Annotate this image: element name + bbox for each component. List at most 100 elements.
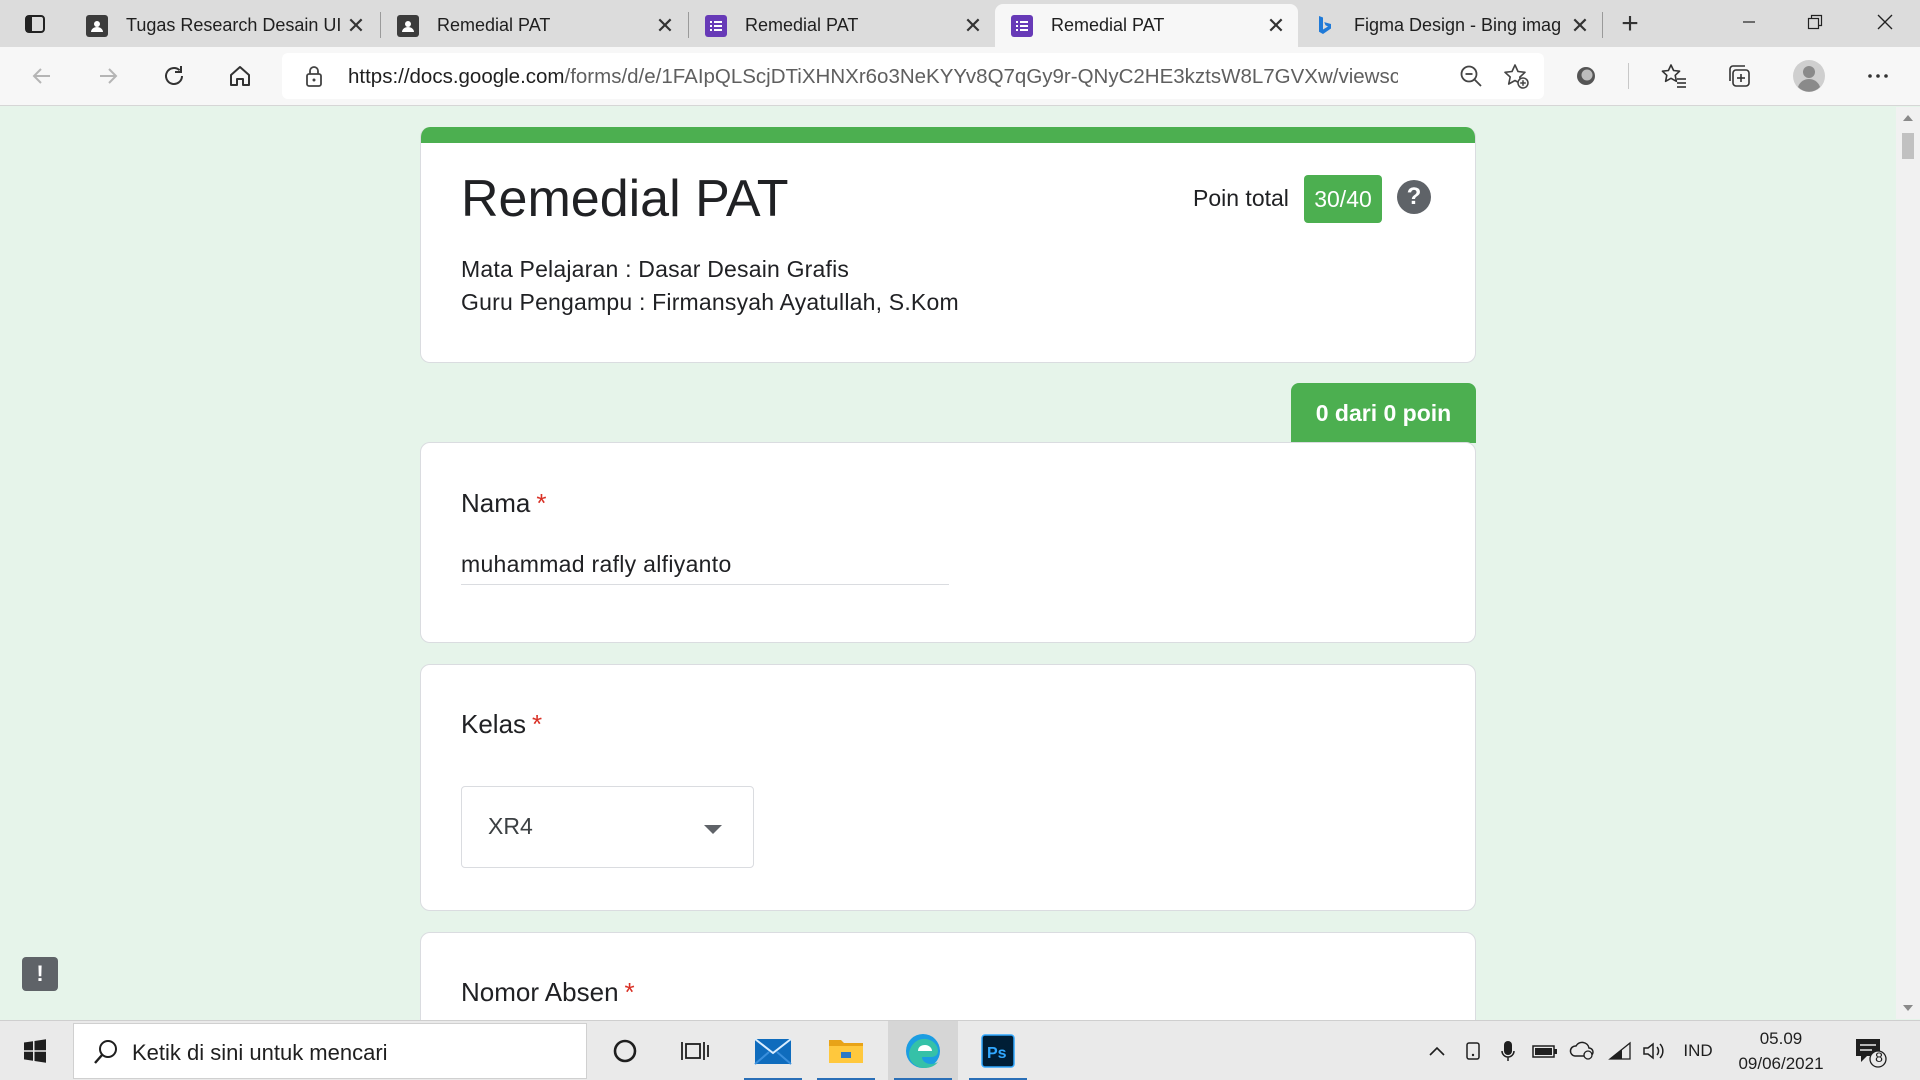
tray-onedrive-icon[interactable] [1568,1035,1596,1067]
total-points-label: Poin total [1193,185,1289,211]
restore-icon [1807,14,1823,30]
forward-button[interactable] [90,58,126,94]
help-icon[interactable]: ? [1397,180,1431,214]
question-title: Kelas * [461,709,543,739]
form-header-card: Remedial PAT Poin total 30/40 ? Mata Pel… [420,127,1476,363]
google-forms-icon [1011,14,1033,37]
minimize-button[interactable] [1716,0,1782,44]
action-center-button[interactable]: 8 [1853,1035,1887,1069]
clock-time: 05.09 [1759,1029,1803,1048]
new-tab-button[interactable]: + [1614,7,1646,40]
question-title: Nama * [461,488,547,518]
plus-icon: + [1621,7,1639,40]
person-page-icon [86,14,108,37]
tab-actions-menu-button[interactable] [14,9,56,39]
search-icon [94,1040,117,1064]
tray-battery-icon[interactable] [1530,1035,1560,1067]
taskbar-photoshop[interactable]: Ps [963,1021,1033,1080]
extension-button[interactable] [1568,58,1604,94]
tray-device-icon[interactable] [1460,1035,1486,1067]
zoom-out-icon[interactable] [1458,63,1484,89]
scroll-up-arrow-icon[interactable] [1903,115,1913,121]
class-dropdown[interactable]: XR4 [461,786,754,868]
tab-figma-bing[interactable]: Figma Design - Bing imag ✕ [1298,4,1602,47]
required-asterisk: * [536,488,547,518]
chevron-up-icon [1429,1046,1445,1056]
page-scrollbar[interactable] [1896,107,1920,1019]
report-feedback-icon[interactable]: ! [22,957,58,991]
taskbar-file-explorer[interactable] [811,1021,881,1080]
wifi-icon [1608,1041,1631,1060]
profile-button[interactable] [1791,58,1827,94]
scroll-thumb[interactable] [1902,133,1914,159]
arrow-right-icon [100,68,118,84]
taskbar-search-box[interactable]: Ketik di sini untuk mencari [73,1023,587,1079]
collections-button[interactable] [1721,58,1757,94]
cortana-button[interactable] [590,1021,660,1080]
person-page-icon [397,14,419,37]
dropdown-arrow-icon [704,825,722,834]
tab-remedial-pat-2[interactable]: Remedial PAT ✕ [689,4,995,47]
show-hidden-icons-button[interactable] [1424,1035,1450,1067]
home-icon [230,66,250,86]
section-score-badge: 0 dari 0 poin [1291,383,1476,443]
tab-tugas-research[interactable]: Tugas Research Desain UI ✕ [70,4,378,47]
required-asterisk: * [532,709,543,739]
speaker-volume-icon [1643,1042,1664,1060]
tray-volume-icon[interactable] [1640,1035,1668,1067]
cortana-circle-icon [613,1039,637,1063]
close-icon[interactable]: ✕ [655,13,675,38]
taskbar-clock[interactable]: 05.09 09/06/2021 [1726,1026,1836,1076]
clock-date: 09/06/2021 [1738,1054,1824,1073]
extension-circle-icon [1577,67,1595,85]
taskbar-mail-app[interactable] [738,1021,808,1080]
input-language-indicator[interactable]: IND [1678,1035,1718,1067]
tablet-device-icon [1466,1042,1480,1060]
address-bar[interactable]: https://docs.google.com/forms/d/e/1FAIpQ… [282,53,1544,99]
settings-more-button[interactable] [1860,58,1896,94]
close-icon[interactable]: ✕ [346,13,366,38]
taskbar-edge-browser[interactable] [888,1021,958,1080]
edge-browser-icon [906,1034,940,1068]
form-accent-bar [421,127,1475,143]
class-dropdown-value: XR4 [488,813,533,839]
tray-microphone-icon[interactable] [1495,1035,1521,1067]
close-icon[interactable]: ✕ [1570,13,1590,38]
refresh-icon [165,66,183,85]
more-horizontal-icon [1868,74,1888,78]
question-card-kelas: Kelas * XR4 [420,664,1476,911]
close-window-button[interactable] [1852,0,1918,44]
back-button[interactable] [24,58,60,94]
form-description-subject: Mata Pelajaran : Dasar Desain Grafis [461,256,850,282]
tab-remedial-pat-1[interactable]: Remedial PAT ✕ [381,4,687,47]
tray-wifi-icon[interactable] [1606,1035,1634,1067]
close-icon[interactable]: ✕ [1266,13,1286,38]
google-forms-icon [705,14,727,37]
close-icon [1877,14,1893,30]
cloud-sync-icon [1569,1041,1594,1060]
toolbar-separator [1628,63,1629,89]
tab-remedial-pat-active[interactable]: Remedial PAT ✕ [995,4,1298,47]
tab-title: Remedial PAT [745,15,859,35]
scroll-down-arrow-icon[interactable] [1903,1005,1913,1011]
add-favorite-icon[interactable] [1502,62,1530,90]
task-view-button[interactable] [660,1021,730,1080]
minimize-icon [1743,21,1755,23]
tab-title: Figma Design - Bing imag [1354,15,1562,35]
refresh-button[interactable] [156,58,192,94]
tab-title: Tugas Research Desain UI [126,15,342,35]
favorites-button[interactable] [1656,58,1692,94]
tab-title: Remedial PAT [1051,15,1165,35]
question-card-nama: Nama * muhammad rafly alfiyanto [420,442,1476,643]
restore-button[interactable] [1782,0,1848,44]
tab-separator [1602,12,1603,38]
start-button[interactable] [0,1021,70,1080]
name-answer-field[interactable]: muhammad rafly alfiyanto [461,551,949,585]
lock-icon[interactable] [304,64,324,88]
search-placeholder-text: Ketik di sini untuk mencari [132,1040,388,1065]
tab-title: Remedial PAT [437,15,551,35]
bing-icon [1314,15,1336,37]
home-button[interactable] [222,58,258,94]
close-icon[interactable]: ✕ [963,13,983,38]
url-text[interactable]: https://docs.google.com/forms/d/e/1FAIpQ… [348,65,1398,89]
